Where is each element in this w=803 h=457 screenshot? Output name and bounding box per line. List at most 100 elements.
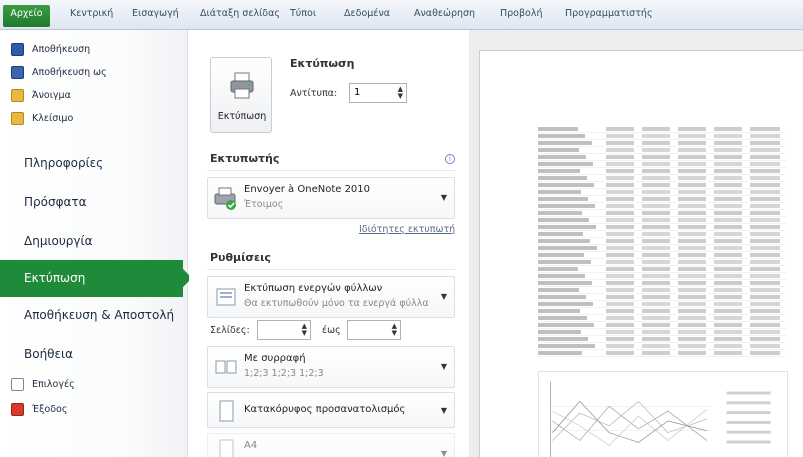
preview-table-cell [642, 232, 670, 236]
preview-table-cell [642, 127, 670, 131]
printer-dropdown[interactable]: Envoyer à OneNote 2010 Έτοιμος ▼ [207, 177, 455, 219]
tab-home[interactable]: Κεντρική [70, 8, 113, 19]
preview-table-cell [538, 134, 585, 138]
preview-table-cell [606, 211, 634, 215]
sidebar-item-open[interactable]: Άνοιγμα [0, 85, 188, 105]
preview-table-cell [714, 246, 742, 250]
preview-table-cell [606, 225, 634, 229]
exit-icon [11, 402, 24, 416]
printer-properties-link[interactable]: Ιδιότητες εκτυπωτή [359, 224, 455, 235]
preview-table-cell [714, 274, 742, 278]
sidebar-item-help[interactable]: Βοήθεια [0, 347, 188, 361]
chevron-down-icon: ▼ [440, 406, 447, 415]
sidebar-item-options[interactable]: Επιλογές [0, 374, 188, 394]
chevron-down-icon: ▼ [440, 193, 447, 202]
paper-size-dropdown[interactable]: A4 ▼ [207, 433, 455, 457]
preview-table-cell [714, 281, 742, 285]
stepper-arrows-icon[interactable]: ▲ ▼ [302, 323, 307, 337]
tab-file[interactable]: Αρχείο [3, 5, 50, 27]
preview-table-cell [606, 295, 634, 299]
preview-table-cell [714, 218, 742, 222]
tab-insert[interactable]: Εισαγωγή [132, 8, 179, 19]
preview-table-cell [642, 183, 670, 187]
sidebar-item-exit[interactable]: Έξοδος [0, 399, 188, 419]
sidebar-item-close[interactable]: Κλείσιμο [0, 108, 188, 128]
preview-table-cell [678, 323, 706, 327]
sidebar-item-save[interactable]: Αποθήκευση [0, 39, 188, 59]
preview-table-cell [642, 288, 670, 292]
preview-table-cell [714, 190, 742, 194]
sidebar-item-save-as[interactable]: Αποθήκευση ως [0, 62, 188, 82]
preview-table-cell [642, 309, 670, 313]
options-icon [11, 377, 24, 391]
info-icon[interactable]: i [445, 154, 455, 164]
pages-to-input[interactable]: ▲ ▼ [347, 320, 401, 340]
preview-table-cell [714, 323, 742, 327]
sheets-icon [216, 288, 236, 306]
preview-table-cell [678, 351, 706, 355]
preview-table-cell [714, 197, 742, 201]
tab-page-layout[interactable]: Διάταξη σελίδας [200, 8, 280, 19]
preview-table-cell [750, 127, 780, 131]
orientation-dropdown[interactable]: Κατακόρυφος προσανατολισμός ▼ [207, 392, 455, 428]
preview-table-cell [606, 344, 634, 348]
copies-value: 1 [354, 87, 361, 98]
preview-table-cell [678, 239, 706, 243]
tab-developer[interactable]: Προγραμματιστής [565, 8, 653, 19]
print-button-label: Εκτύπωση [217, 111, 267, 122]
preview-table-cell [606, 274, 634, 278]
sidebar-item-new[interactable]: Δημιουργία [0, 234, 188, 248]
preview-table-cell [538, 162, 593, 166]
preview-table-cell [606, 337, 634, 341]
portrait-icon [219, 400, 234, 422]
preview-table-cell [678, 169, 706, 173]
sidebar-item-print[interactable]: Εκτύπωση [0, 260, 192, 297]
preview-table-cell [538, 351, 582, 355]
preview-table-cell [678, 232, 706, 236]
preview-table-cell [538, 239, 590, 243]
preview-table-cell [750, 232, 780, 236]
tab-view[interactable]: Προβολή [500, 8, 543, 19]
preview-table-cell [678, 155, 706, 159]
preview-table-cell [714, 288, 742, 292]
tab-formulas[interactable]: Τύποι [290, 8, 316, 19]
preview-table-cell [642, 211, 670, 215]
copies-stepper[interactable]: 1 ▲ ▼ [349, 83, 407, 103]
preview-table-cell [678, 267, 706, 271]
sidebar-item-save-send[interactable]: Αποθήκευση & Αποστολή [0, 308, 188, 322]
preview-table-cell [606, 267, 634, 271]
preview-table-cell [678, 141, 706, 145]
tab-review[interactable]: Αναθεώρηση [414, 8, 475, 19]
preview-table-cell [606, 183, 634, 187]
preview-table-cell [642, 267, 670, 271]
preview-table-cell [606, 260, 634, 264]
pages-from-input[interactable]: ▲ ▼ [257, 320, 311, 340]
backstage-sidebar: Αποθήκευση Αποθήκευση ως Άνοιγμα Κλείσιμ… [0, 30, 192, 457]
stepper-arrows-icon[interactable]: ▲ ▼ [398, 86, 403, 100]
collate-icon [215, 360, 237, 374]
preview-table-cell [750, 344, 780, 348]
preview-table-cell [678, 197, 706, 201]
print-section-title: Εκτύπωση [290, 57, 355, 70]
preview-table-cell [678, 162, 706, 166]
preview-table-cell [678, 330, 706, 334]
preview-table-cell [678, 176, 706, 180]
preview-table-cell [714, 204, 742, 208]
onenote-printer-icon [214, 187, 236, 210]
collate-dropdown[interactable]: Με συρραφή 1;2;3 1;2;3 1;2;3 ▼ [207, 346, 455, 388]
preview-table-cell [642, 337, 670, 341]
preview-table-cell [750, 351, 780, 355]
sidebar-item-info[interactable]: Πληροφορίες [0, 156, 188, 170]
print-what-dropdown[interactable]: Εκτύπωση ενεργών φύλλων Θα εκτυπωθούν μό… [207, 276, 455, 318]
preview-table-cell [678, 183, 706, 187]
backstage-print-view: Αρχείο Κεντρική Εισαγωγή Διάταξη σελίδας… [0, 0, 803, 457]
sidebar-item-recent[interactable]: Πρόσφατα [0, 195, 188, 209]
preview-table-cell [606, 190, 634, 194]
print-what-desc: Θα εκτυπωθούν μόνο τα ενεργά φύλλα [244, 298, 429, 309]
tab-data[interactable]: Δεδομένα [344, 8, 390, 19]
preview-table-cell [750, 239, 780, 243]
preview-table-cell [642, 155, 670, 159]
stepper-arrows-icon[interactable]: ▲ ▼ [392, 323, 397, 337]
print-button[interactable]: Εκτύπωση [210, 57, 272, 133]
preview-table-cell [642, 148, 670, 152]
